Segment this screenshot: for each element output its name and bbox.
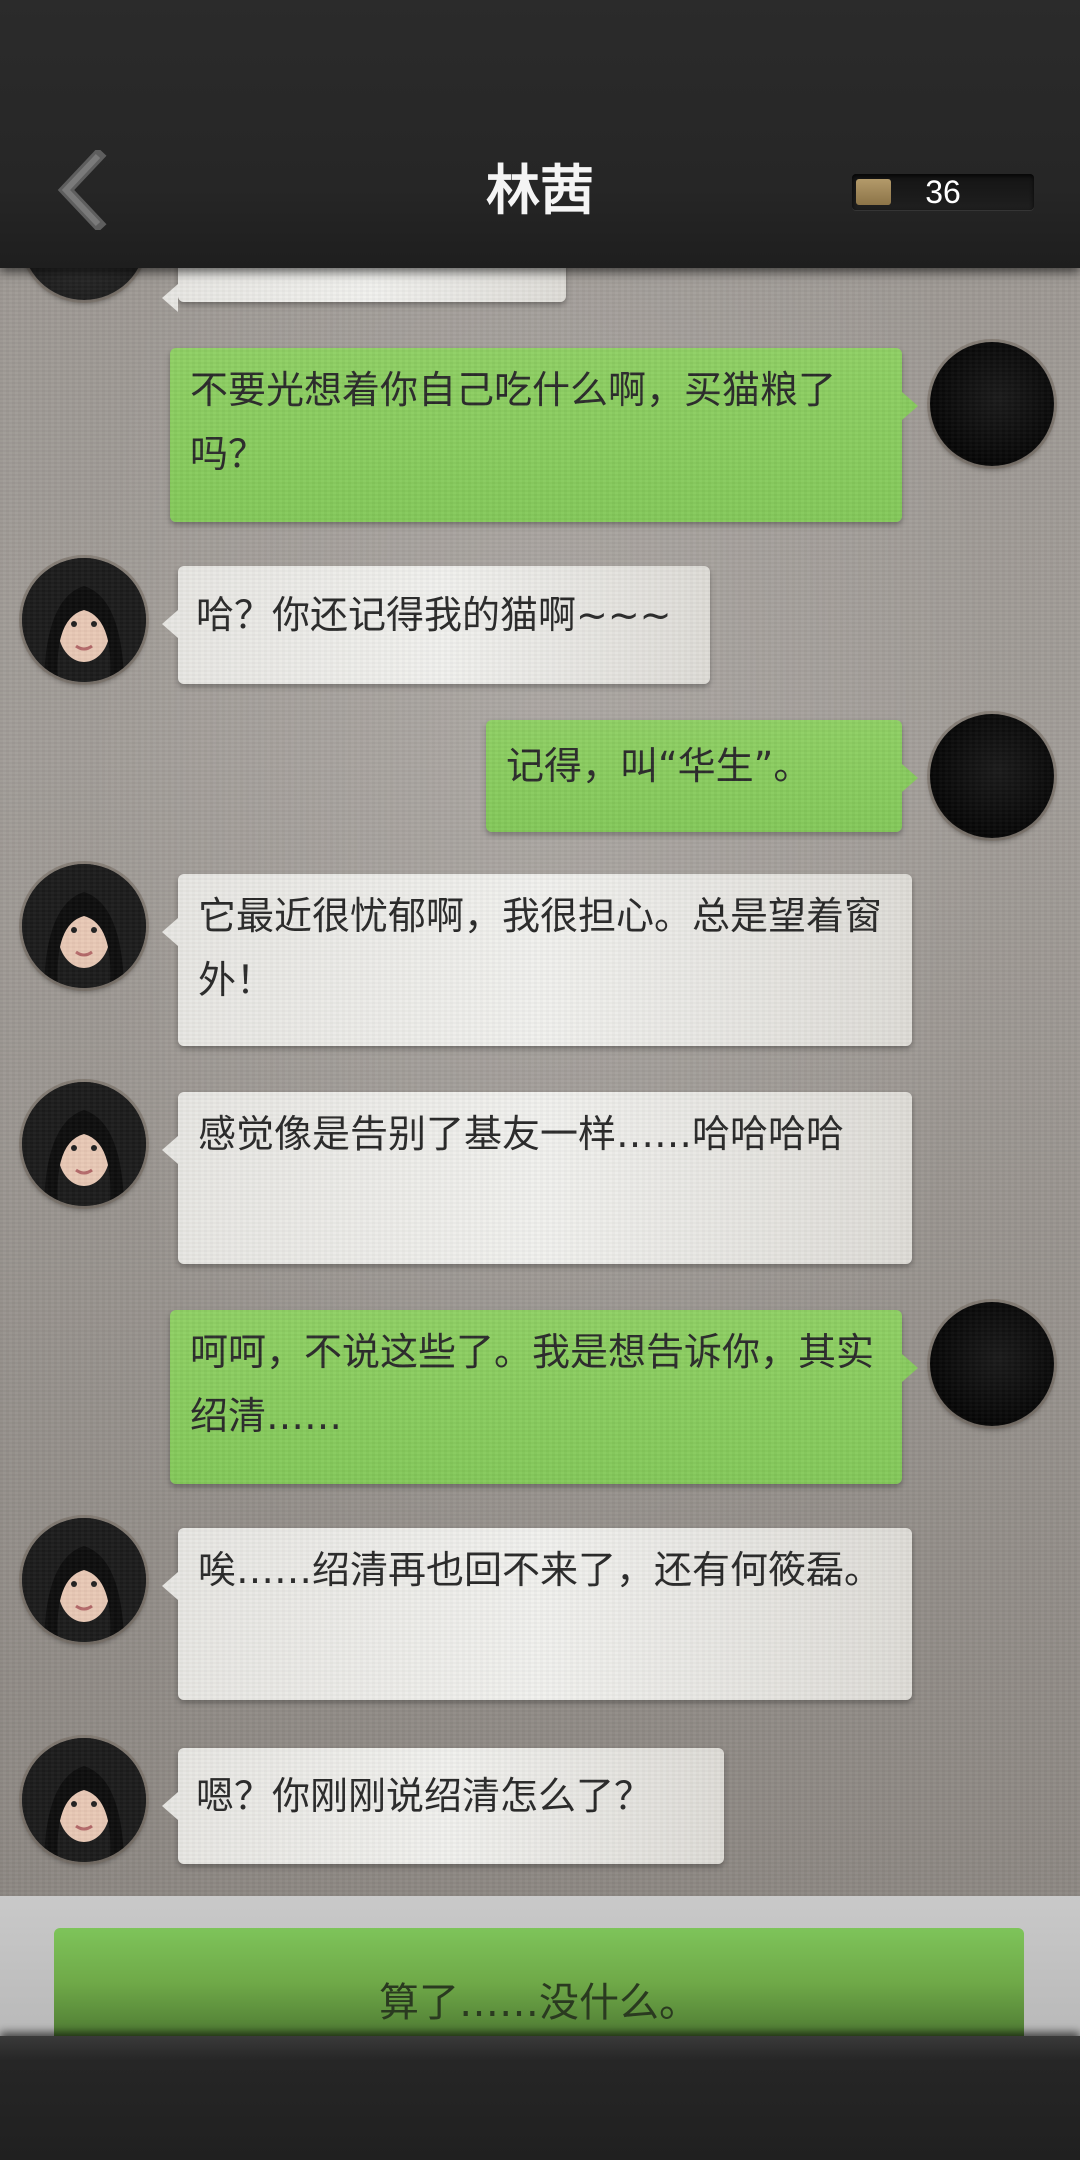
- player-avatar: [930, 1302, 1054, 1426]
- footer-bar: [0, 2036, 1080, 2160]
- incoming-message-bubble: 哈？你还记得我的猫啊~~~: [162, 566, 710, 684]
- message-text: 呵呵，不说这些了。我是想告诉你，其实绍清……: [190, 1330, 875, 1438]
- counter-badge: 36: [852, 174, 1034, 210]
- message-text: 不要光想着你自己吃什么啊，买猫粮了吗？: [190, 368, 837, 476]
- incoming-message-bubble: 感觉像是告别了基友一样……哈哈哈哈: [162, 1092, 912, 1264]
- message-text: 感觉像是告别了基友一样……哈哈哈哈: [198, 1112, 845, 1156]
- contact-avatar: [22, 1082, 146, 1206]
- player-avatar: [930, 714, 1054, 838]
- contact-avatar: [22, 1518, 146, 1642]
- message-text: 嗯？你刚刚说绍清怎么了？: [196, 1774, 653, 1818]
- answer-choice-button[interactable]: 算了……没什么。: [54, 1928, 1024, 2038]
- counter-value: 36: [925, 174, 961, 210]
- incoming-message-bubble: 嗯？你刚刚说绍清怎么了？: [162, 1748, 724, 1864]
- message-text: 记得，叫“华生”。: [506, 744, 812, 788]
- chat-area[interactable]: 不要光想着你自己吃什么啊，买猫粮了吗？ 哈？你还记得我的猫啊~~~ 记得，叫“华…: [0, 0, 1080, 1900]
- player-avatar: [930, 342, 1054, 466]
- message-text: 哈？你还记得我的猫啊~~~: [196, 593, 672, 637]
- incoming-message-bubble: 它最近很忧郁啊，我很担心。总是望着窗外！: [162, 874, 912, 1046]
- message-text: 它最近很忧郁啊，我很担心。总是望着窗外！: [198, 894, 883, 1002]
- outgoing-message-bubble: 记得，叫“华生”。: [486, 720, 918, 832]
- contact-avatar: [22, 558, 146, 682]
- incoming-message-bubble: 唉……绍清再也回不来了，还有何筱磊。: [162, 1528, 912, 1700]
- contact-avatar: [22, 864, 146, 988]
- header-bar: 林茜 36: [0, 0, 1080, 268]
- answer-choice-label: 算了……没什么。: [379, 1980, 699, 2026]
- outgoing-message-bubble: 不要光想着你自己吃什么啊，买猫粮了吗？: [170, 348, 918, 522]
- contact-avatar: [22, 1738, 146, 1862]
- message-text: 唉……绍清再也回不来了，还有何筱磊。: [198, 1548, 883, 1592]
- outgoing-message-bubble: 呵呵，不说这些了。我是想告诉你，其实绍清……: [170, 1310, 918, 1484]
